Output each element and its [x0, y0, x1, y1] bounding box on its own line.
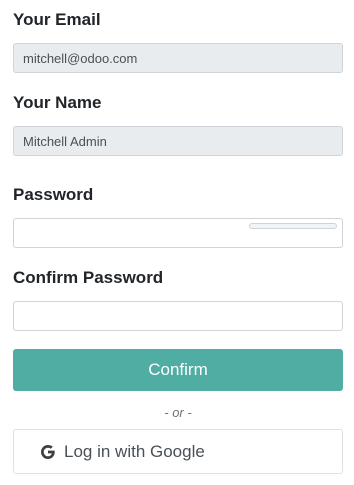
google-login-label: Log in with Google	[64, 441, 205, 461]
confirm-password-field[interactable]	[13, 301, 343, 331]
password-strength-meter	[249, 223, 337, 229]
or-separator: - or -	[164, 405, 192, 420]
email-label: Your Email	[13, 10, 101, 29]
name-label: Your Name	[13, 93, 102, 112]
google-login-button[interactable]: Log in with Google	[13, 429, 343, 474]
name-field[interactable]	[13, 126, 343, 156]
password-label: Password	[13, 185, 94, 204]
confirm-button[interactable]: Confirm	[13, 349, 343, 391]
google-g-icon	[41, 444, 55, 459]
confirm-password-label: Confirm Password	[13, 268, 164, 287]
email-field[interactable]	[13, 43, 343, 73]
